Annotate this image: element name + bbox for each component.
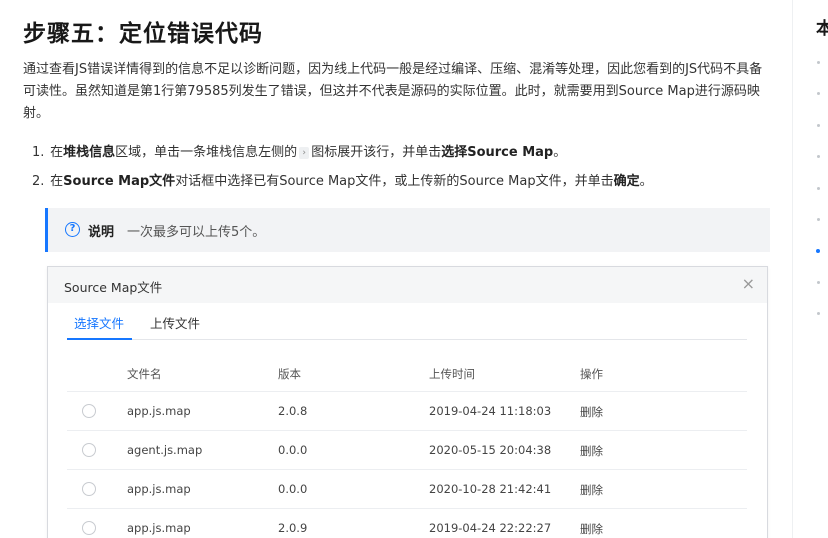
upload-time: 2019-04-24 22:22:27 bbox=[429, 521, 552, 535]
column-header-upload-time: 上传时间 bbox=[429, 367, 475, 381]
chevron-right-icon: › bbox=[299, 146, 310, 159]
page-title: 步骤五：定位错误代码 bbox=[23, 21, 263, 47]
tab-select-file[interactable]: 选择文件 bbox=[74, 313, 124, 332]
delete-link[interactable]: 删除 bbox=[580, 482, 603, 498]
upload-time: 2019-04-24 11:18:03 bbox=[429, 404, 552, 418]
main-content: 步骤五：定位错误代码 通过查看JS错误详情得到的信息不足以诊断问题，因为线上代码… bbox=[0, 0, 792, 538]
file-version: 2.0.9 bbox=[278, 521, 308, 535]
source-map-table: 文件名 版本 上传时间 操作 app.js.map 2.0.8 2019-04-… bbox=[67, 355, 747, 538]
step-item: 1. 在堆栈信息区域，单击一条堆栈信息左侧的 › 图标展开该行，并单击选择Sourc… bbox=[32, 142, 772, 171]
file-version: 2.0.8 bbox=[278, 404, 308, 418]
table-row[interactable]: app.js.map 0.0.0 2020-10-28 21:42:41 删除 bbox=[67, 470, 747, 509]
toc-item[interactable] bbox=[817, 124, 820, 127]
delete-link[interactable]: 删除 bbox=[580, 521, 603, 537]
toc-item[interactable] bbox=[817, 61, 820, 64]
step-text: 对话框中选择已有Source Map文件，或上传新的Source Map文件，并… bbox=[175, 174, 614, 189]
row-select-radio[interactable] bbox=[82, 404, 96, 418]
toc-item[interactable] bbox=[817, 218, 820, 221]
toc-title: 本 bbox=[816, 14, 828, 39]
upload-time: 2020-05-15 20:04:38 bbox=[429, 443, 552, 457]
table-row[interactable]: app.js.map 2.0.9 2019-04-24 22:22:27 删除 bbox=[67, 509, 747, 538]
toc-item[interactable] bbox=[817, 187, 820, 190]
file-name: agent.js.map bbox=[127, 443, 203, 457]
delete-link[interactable]: 删除 bbox=[580, 443, 603, 459]
dialog-title: Source Map文件 bbox=[64, 280, 163, 295]
dialog-tabs: 选择文件 上传文件 bbox=[67, 303, 747, 340]
dialog-header: Source Map文件 × bbox=[48, 267, 767, 303]
row-select-radio[interactable] bbox=[82, 482, 96, 496]
toc-item[interactable] bbox=[817, 155, 820, 158]
step-bold-term: 确定 bbox=[613, 174, 640, 189]
note-callout: ? 说明 一次最多可以上传5个。 bbox=[45, 208, 770, 252]
step-number: 2. bbox=[32, 174, 45, 189]
column-header-action: 操作 bbox=[580, 367, 603, 381]
column-header-version: 版本 bbox=[278, 367, 301, 381]
step-bold-term: Source Map文件 bbox=[63, 174, 176, 189]
table-row[interactable]: app.js.map 2.0.8 2019-04-24 11:18:03 删除 bbox=[67, 392, 747, 431]
toc-item-active[interactable] bbox=[816, 249, 820, 253]
active-tab-indicator bbox=[67, 338, 132, 340]
step-text: 。 bbox=[553, 145, 567, 160]
step-bold-term: 选择Source Map bbox=[441, 145, 554, 160]
upload-time: 2020-10-28 21:42:41 bbox=[429, 482, 552, 496]
note-text: 一次最多可以上传5个。 bbox=[127, 225, 266, 240]
step-text: 在 bbox=[50, 145, 64, 160]
step-text: 在 bbox=[50, 174, 64, 189]
tab-upload-file[interactable]: 上传文件 bbox=[150, 313, 200, 332]
step-text: 区域，单击一条堆栈信息左侧的 bbox=[115, 145, 298, 160]
step-text: 。 bbox=[639, 174, 653, 189]
toc-item[interactable] bbox=[817, 312, 820, 315]
file-name: app.js.map bbox=[127, 521, 191, 535]
file-name: app.js.map bbox=[127, 404, 191, 418]
delete-link[interactable]: 删除 bbox=[580, 404, 603, 420]
file-name: app.js.map bbox=[127, 482, 191, 496]
toc-sidebar: 本 bbox=[792, 0, 828, 538]
file-version: 0.0.0 bbox=[278, 482, 308, 496]
step-text: 图标展开该行，并单击 bbox=[311, 145, 442, 160]
steps-list: 1. 在堆栈信息区域，单击一条堆栈信息左侧的 › 图标展开该行，并单击选择Sourc… bbox=[32, 142, 772, 200]
table-row[interactable]: agent.js.map 0.0.0 2020-05-15 20:04:38 删… bbox=[67, 431, 747, 470]
file-version: 0.0.0 bbox=[278, 443, 308, 457]
toc-item[interactable] bbox=[817, 281, 820, 284]
row-select-radio[interactable] bbox=[82, 443, 96, 457]
column-header-filename: 文件名 bbox=[127, 367, 162, 381]
intro-paragraph: 通过查看JS错误详情得到的信息不足以诊断问题，因为线上代码一般是经过编译、压缩、… bbox=[23, 62, 763, 121]
step-item: 2. 在Source Map文件对话框中选择已有Source Map文件，或上传… bbox=[32, 171, 772, 200]
note-label: 说明 bbox=[88, 225, 115, 240]
question-circle-icon: ? bbox=[65, 222, 80, 237]
table-header: 文件名 版本 上传时间 操作 bbox=[67, 355, 747, 392]
step-number: 1. bbox=[32, 145, 45, 160]
step-bold-term: 堆栈信息 bbox=[63, 145, 116, 160]
source-map-dialog: Source Map文件 × 选择文件 上传文件 文件名 版本 上传时间 操作 … bbox=[47, 266, 768, 538]
toc-item[interactable] bbox=[817, 92, 820, 95]
row-select-radio[interactable] bbox=[82, 521, 96, 535]
close-icon[interactable]: × bbox=[742, 275, 755, 293]
